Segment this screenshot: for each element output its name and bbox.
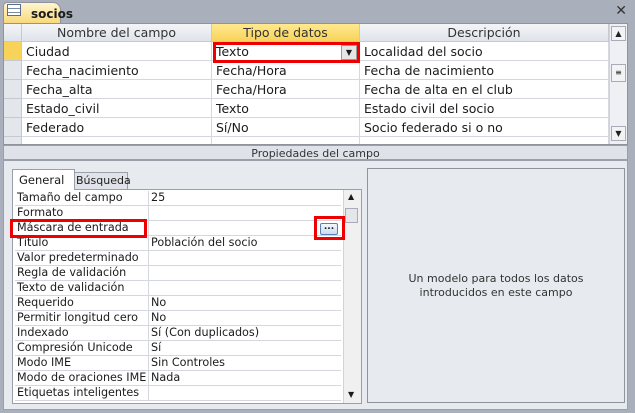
select-all-corner[interactable]	[4, 24, 22, 42]
field-properties-title: Propiedades del campo	[3, 145, 628, 160]
tab-title: socios	[31, 7, 73, 21]
field-name-cell[interactable]: Federado	[22, 118, 212, 137]
property-value[interactable]	[149, 266, 341, 281]
property-row[interactable]: Máscara de entrada	[15, 221, 341, 236]
property-value[interactable]: Sin Controles	[149, 356, 341, 371]
scroll-up-icon[interactable]: ▲	[611, 26, 626, 41]
field-row[interactable]: Federado Sí/No Socio federado si o no	[4, 118, 609, 137]
property-label: Título	[15, 236, 149, 251]
property-row[interactable]: Permitir longitud cero No	[15, 311, 341, 326]
field-row[interactable]: Fecha_alta Fecha/Hora Fecha de alta en e…	[4, 80, 609, 99]
field-row[interactable]: Fecha_nacimiento Fecha/Hora Fecha de nac…	[4, 61, 609, 80]
header-data-type: Tipo de datos	[212, 24, 360, 42]
row-selector[interactable]	[4, 80, 22, 99]
property-label: Modo de oraciones IME	[15, 371, 149, 386]
tab-general[interactable]: General	[12, 169, 75, 190]
property-label: Máscara de entrada	[15, 221, 149, 236]
data-type-cell[interactable]: Texto	[212, 99, 360, 118]
property-label: Regla de validación	[15, 266, 149, 281]
property-grid: Tamaño del campo 25 Formato Máscara de entr…	[12, 189, 362, 404]
scroll-down-icon[interactable]: ▼	[348, 390, 354, 399]
property-row[interactable]: Regla de validación	[15, 266, 341, 281]
description-cell[interactable]: Fecha de alta en el club	[360, 80, 609, 99]
data-type-cell[interactable]: Fecha/Hora	[212, 61, 360, 80]
data-type-cell[interactable]: Fecha/Hora	[212, 80, 360, 99]
property-label: Valor predeterminado	[15, 251, 149, 266]
property-value[interactable]	[149, 386, 341, 401]
property-row[interactable]: Valor predeterminado	[15, 251, 341, 266]
tab-busqueda[interactable]: Búsqueda	[72, 172, 131, 189]
property-row[interactable]: Texto de validación	[15, 281, 341, 296]
field-design-grid: Nombre del campo Tipo de datos Descripci…	[3, 23, 628, 145]
scroll-up-icon[interactable]: ▲	[348, 192, 354, 201]
property-label: Compresión Unicode	[15, 341, 149, 356]
property-value[interactable]	[149, 281, 341, 296]
field-properties-panel: General Búsqueda Tamaño del campo 25 Forma…	[3, 160, 628, 410]
field-name-cell[interactable]: Ciudad	[22, 42, 212, 61]
field-name-cell[interactable]: Fecha_alta	[22, 80, 212, 99]
scroll-down-icon[interactable]: ▼	[611, 126, 626, 141]
property-value[interactable]	[149, 251, 341, 266]
close-icon[interactable]: ✕	[615, 3, 627, 19]
property-value[interactable]: Nada	[149, 371, 341, 386]
property-row[interactable]: Requerido No	[15, 296, 341, 311]
help-text: Un modelo para todos los datos introduci…	[367, 168, 625, 403]
property-value[interactable]	[149, 221, 341, 236]
property-row[interactable]: Formato	[15, 206, 341, 221]
row-selector[interactable]	[4, 118, 22, 137]
property-value[interactable]: Sí	[149, 341, 341, 356]
property-value[interactable]: Población del socio	[149, 236, 341, 251]
property-label: Formato	[15, 206, 149, 221]
description-cell[interactable]: Socio federado si o no	[360, 118, 609, 137]
property-row[interactable]: Modo IME Sin Controles	[15, 356, 341, 371]
field-row[interactable]: Ciudad Texto Localidad del socio	[4, 42, 609, 61]
header-field-name: Nombre del campo	[22, 24, 212, 42]
description-cell[interactable]: Fecha de nacimiento	[360, 61, 609, 80]
property-row[interactable]: Modo de oraciones IME Nada	[15, 371, 341, 386]
table-icon	[7, 4, 21, 16]
row-selector[interactable]	[4, 61, 22, 80]
vertical-scrollbar[interactable]: ▲ ≡ ▼	[609, 24, 627, 144]
property-label: Etiquetas inteligentes	[15, 386, 149, 401]
field-name-cell[interactable]: Fecha_nacimiento	[22, 61, 212, 80]
property-value[interactable]: No	[149, 311, 341, 326]
scroll-thumb[interactable]	[345, 208, 358, 223]
description-cell[interactable]: Estado civil del socio	[360, 99, 609, 118]
property-value[interactable]: No	[149, 296, 341, 311]
property-row[interactable]: Compresión Unicode Sí	[15, 341, 341, 356]
row-selector[interactable]	[4, 42, 22, 61]
row-selector[interactable]	[4, 99, 22, 118]
property-row[interactable]: Etiquetas inteligentes	[15, 386, 341, 401]
property-row[interactable]: Tamaño del campo 25	[15, 191, 341, 206]
scroll-thumb[interactable]: ≡	[611, 64, 626, 82]
data-type-cell[interactable]: Sí/No	[212, 118, 360, 137]
chevron-down-icon[interactable]: ▼	[341, 45, 357, 60]
property-label: Texto de validación	[15, 281, 149, 296]
property-label: Requerido	[15, 296, 149, 311]
property-row[interactable]: Indexado Sí (Con duplicados)	[15, 326, 341, 341]
property-value[interactable]: Sí (Con duplicados)	[149, 326, 341, 341]
property-label: Indexado	[15, 326, 149, 341]
data-type-cell[interactable]: Texto	[212, 42, 360, 61]
build-button[interactable]: ...	[320, 223, 338, 235]
field-name-cell[interactable]: Estado_civil	[22, 99, 212, 118]
property-value[interactable]: 25	[149, 191, 341, 206]
description-cell[interactable]: Localidad del socio	[360, 42, 609, 61]
header-description: Descripción	[360, 24, 609, 42]
property-label: Permitir longitud cero	[15, 311, 149, 326]
property-label: Tamaño del campo	[15, 191, 149, 206]
property-value[interactable]	[149, 206, 341, 221]
property-label: Modo IME	[15, 356, 149, 371]
field-row[interactable]: Estado_civil Texto Estado civil del soci…	[4, 99, 609, 118]
property-scrollbar[interactable]: ▲ ▼	[343, 190, 361, 403]
property-row[interactable]: Título Población del socio	[15, 236, 341, 251]
